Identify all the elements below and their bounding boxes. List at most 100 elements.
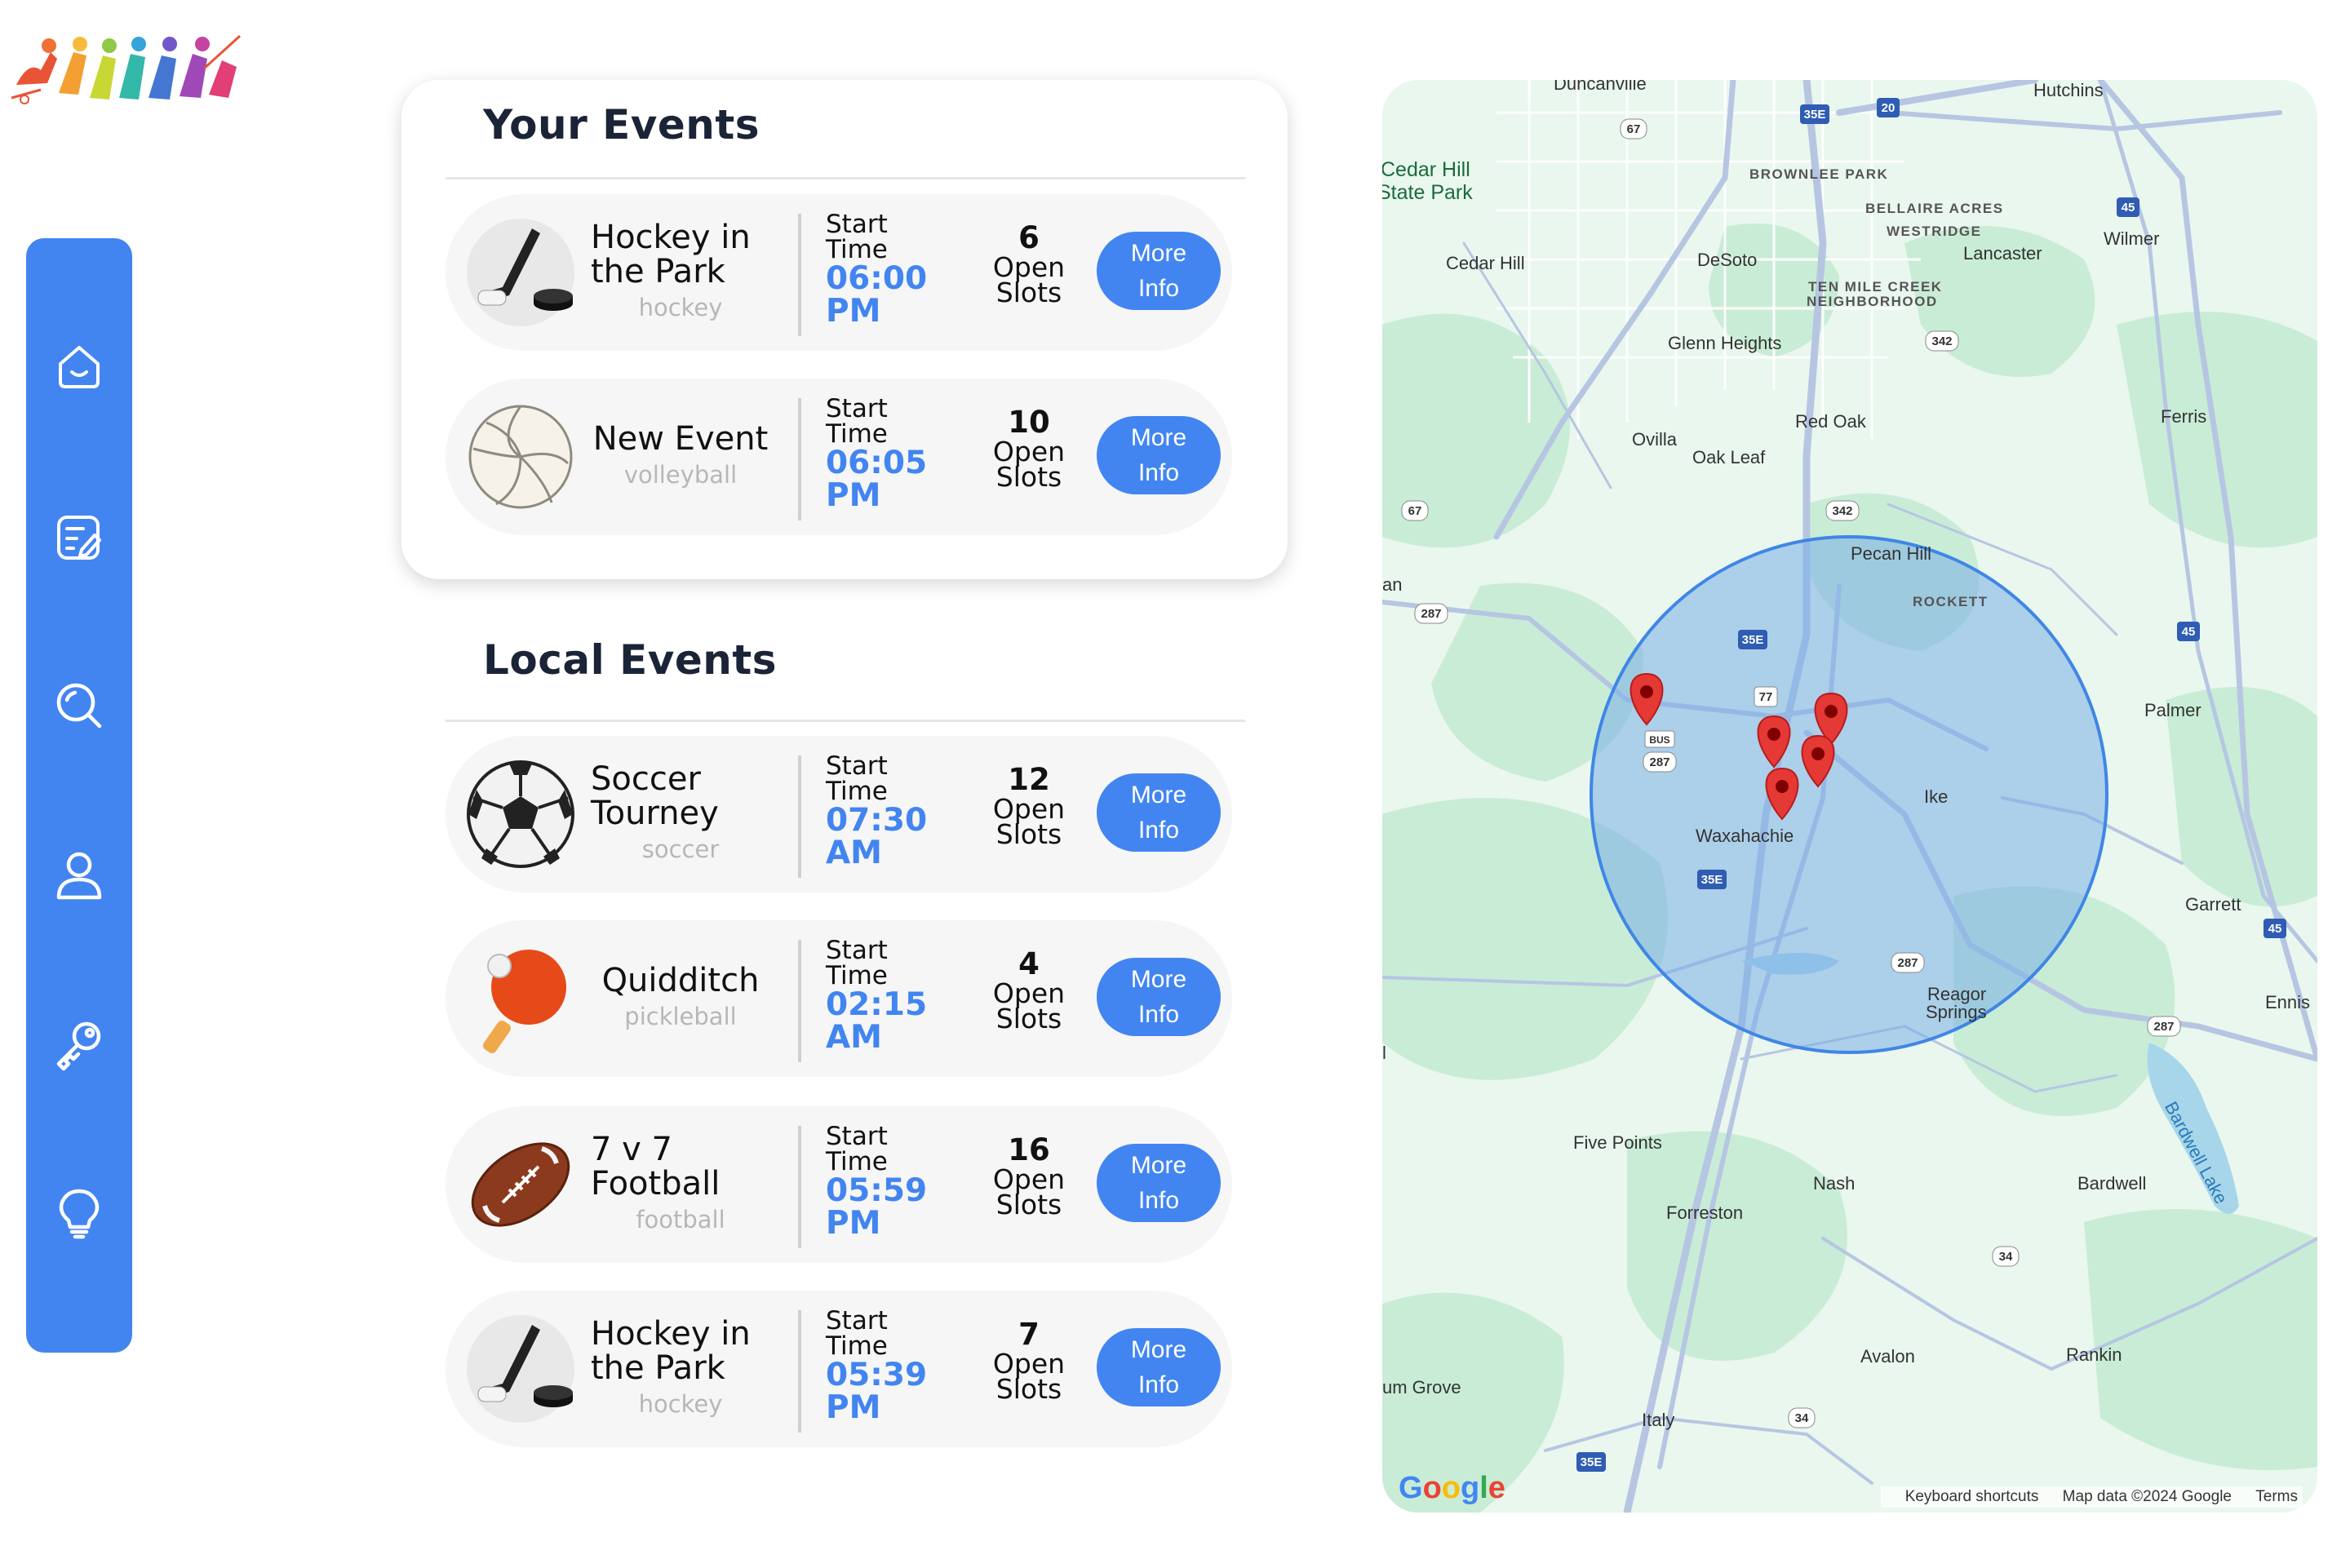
more-info-button[interactable]: More Info xyxy=(1097,232,1221,310)
svg-text:67: 67 xyxy=(1627,122,1641,136)
map-label: Red Oak xyxy=(1795,411,1866,432)
terms-link[interactable]: Terms xyxy=(2255,1488,2298,1505)
more-info-label-1: More xyxy=(1130,782,1187,808)
map-label: NEIGHBORHOOD xyxy=(1807,294,1938,309)
event-sport: soccer xyxy=(641,835,720,863)
map-label: State Park xyxy=(1382,181,1473,204)
edit-note-icon[interactable] xyxy=(52,511,106,565)
more-info-button[interactable]: More Info xyxy=(1097,1328,1221,1406)
more-info-button[interactable]: More Info xyxy=(1097,1144,1221,1222)
open-slots: 12 Open Slots xyxy=(968,764,1090,848)
start-time-ampm: PM xyxy=(826,293,881,330)
map-label: BROWNLEE PARK xyxy=(1749,166,1889,182)
map-label: Wilmer xyxy=(2104,228,2160,249)
divider xyxy=(798,1126,801,1248)
open-slots: 7 Open Slots xyxy=(968,1318,1090,1403)
volleyball-icon xyxy=(468,405,573,509)
svg-text:287: 287 xyxy=(1649,755,1669,769)
key-icon[interactable] xyxy=(52,1018,106,1072)
open-slots: 4 Open Slots xyxy=(968,946,1090,1034)
football-icon xyxy=(471,1142,570,1227)
map-label: Nash xyxy=(1813,1173,1856,1194)
lightbulb-icon[interactable] xyxy=(52,1186,106,1240)
map-label: um Grove xyxy=(1382,1377,1461,1397)
start-time-label-1: Start xyxy=(826,210,888,239)
map-label: Waxahachie xyxy=(1696,826,1794,846)
map[interactable]: 35E 20 67 45 342 67 342 287 35E 77 45 BU… xyxy=(1382,80,2317,1513)
profile-icon[interactable] xyxy=(52,848,106,902)
map-label: Forreston xyxy=(1666,1203,1744,1223)
open-slots: 10 Open Slots xyxy=(968,405,1090,491)
svg-text:287: 287 xyxy=(2153,1020,2174,1034)
event-title-line: New Event xyxy=(592,420,769,458)
map-label: Rankin xyxy=(2066,1344,2122,1365)
divider xyxy=(798,214,801,336)
event-title-line: Hockey in xyxy=(591,1315,751,1353)
svg-text:45: 45 xyxy=(2268,922,2282,936)
open-slots-count: 4 xyxy=(1018,946,1040,981)
start-time-ampm: AM xyxy=(826,1019,882,1056)
more-info-label-1: More xyxy=(1130,966,1187,993)
your-events-title: Your Events xyxy=(483,101,760,148)
event-title: Hockey in the Park xyxy=(591,1317,770,1385)
more-info-label-2: Info xyxy=(1137,1371,1180,1398)
map-label: Cedar Hill xyxy=(1382,158,1470,181)
more-info-label-1: More xyxy=(1130,240,1187,267)
event-row: Hockey in the Park hockey Start Time 06:0… xyxy=(446,194,1232,351)
hockey-icon xyxy=(467,219,574,326)
svg-text:342: 342 xyxy=(1931,334,1952,348)
event-sport: pickleball xyxy=(624,1003,737,1030)
more-info-label-2: Info xyxy=(1137,1187,1180,1214)
more-info-button[interactable]: More Info xyxy=(1097,773,1221,852)
event-title-line: 7 v 7 xyxy=(591,1131,672,1168)
keyboard-shortcuts-link[interactable]: Keyboard shortcuts xyxy=(1905,1488,2039,1505)
start-time: Start Time 07:30 AM xyxy=(826,754,948,870)
event-title: Hockey in the Park xyxy=(591,220,770,289)
hockey-icon xyxy=(467,1315,574,1423)
more-info-button[interactable]: More Info xyxy=(1097,958,1221,1036)
event-row: Soccer Tourney soccer Start Time 07:30 AM… xyxy=(446,736,1232,893)
search-icon[interactable] xyxy=(52,679,106,733)
map-label: Duncanville xyxy=(1554,80,1647,94)
divider xyxy=(798,398,801,520)
start-time-ampm: PM xyxy=(826,477,881,514)
start-time-label-2: Time xyxy=(826,777,888,806)
local-events-title: Local Events xyxy=(483,636,778,684)
event-title-line: the Park xyxy=(591,1349,725,1387)
ping-pong-paddle-icon xyxy=(482,950,566,1054)
svg-text:45: 45 xyxy=(2182,625,2196,639)
event-title: New Event xyxy=(591,422,770,456)
svg-text:287: 287 xyxy=(1421,607,1441,621)
map-label: DeSoto xyxy=(1697,250,1758,270)
home-icon[interactable] xyxy=(52,339,106,393)
start-time-value: 06:05 xyxy=(826,445,928,481)
start-time-value: 05:39 xyxy=(826,1357,928,1393)
svg-text:45: 45 xyxy=(2122,201,2135,215)
event-sport: hockey xyxy=(638,1390,723,1418)
divider xyxy=(798,1310,801,1433)
start-time: Start Time 05:59 PM xyxy=(826,1124,948,1240)
start-time: Start Time 05:39 PM xyxy=(826,1309,948,1424)
svg-text:35E: 35E xyxy=(1742,633,1764,647)
svg-text:35E: 35E xyxy=(1581,1455,1603,1469)
start-time-value: 05:59 xyxy=(826,1172,928,1209)
svg-text:342: 342 xyxy=(1832,504,1852,518)
open-slots-label-2: Slots xyxy=(995,1003,1062,1034)
map-label: TEN MILE CREEK xyxy=(1808,279,1943,295)
open-slots: 6 Open Slots xyxy=(968,220,1090,308)
start-time-ampm: PM xyxy=(826,1389,881,1426)
start-time-label-2: Time xyxy=(826,419,888,449)
open-slots-label-2: Slots xyxy=(995,277,1062,308)
svg-text:BUS: BUS xyxy=(1649,734,1669,746)
event-title: Soccer Tourney xyxy=(591,762,770,831)
svg-text:34: 34 xyxy=(1795,1411,1809,1425)
more-info-label-2: Info xyxy=(1137,1001,1180,1028)
more-info-button[interactable]: More Info xyxy=(1097,416,1221,494)
svg-text:35E: 35E xyxy=(1804,108,1826,122)
start-time-value: 07:30 xyxy=(826,802,928,839)
open-slots-count: 6 xyxy=(1018,220,1040,255)
open-slots-count: 10 xyxy=(1008,405,1050,440)
map-label: Palmer xyxy=(2144,700,2201,720)
soccer-ball-icon xyxy=(467,760,574,868)
logo xyxy=(11,34,242,104)
